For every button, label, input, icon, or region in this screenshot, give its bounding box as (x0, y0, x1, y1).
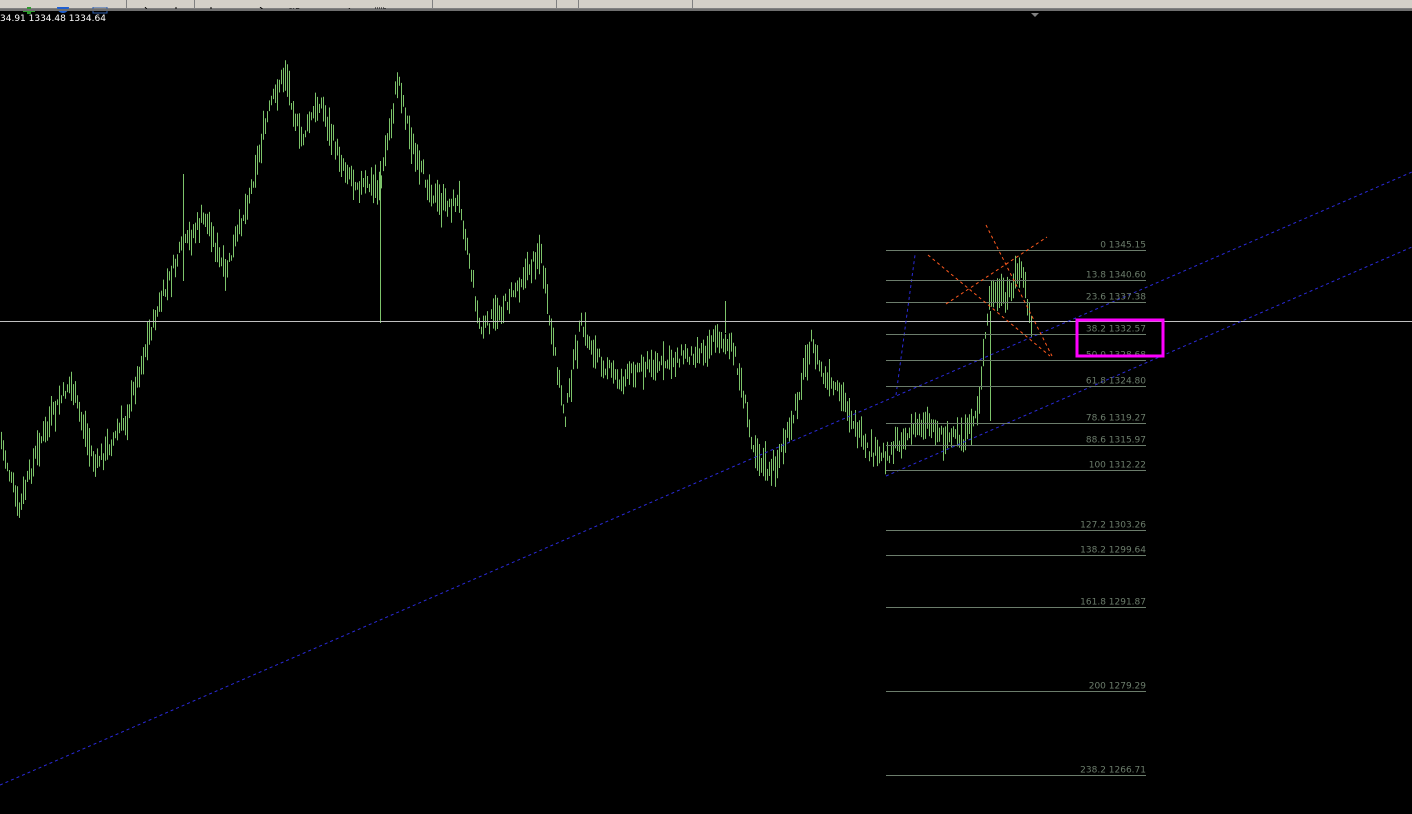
fibo-icon[interactable]: %F (288, 0, 302, 15)
cursor-icon[interactable] (142, 0, 152, 13)
fib-level-label: 61.8 1324.80 (1086, 377, 1146, 387)
ohlc-readout: 34.91 1334.48 1334.64 (0, 14, 106, 24)
candle-series (1, 60, 1032, 518)
fib-level-label: 88.6 1315.97 (1086, 436, 1146, 446)
trend-channel[interactable] (0, 171, 1412, 786)
fib-level-label: 100 1312.22 (1089, 461, 1146, 471)
x-line-2 (945, 236, 1048, 305)
fib-level-label: 200 1279.29 (1089, 682, 1147, 692)
fib-level-label: 13.8 1340.60 (1086, 271, 1146, 281)
text-icon[interactable]: mp (316, 0, 332, 15)
fib-trend-line (895, 254, 916, 396)
fib-level-label: 127.2 1303.26 (1080, 521, 1146, 531)
arrow-icon[interactable] (374, 0, 386, 14)
fib-level-label: 38.2 1332.57 (1086, 325, 1146, 335)
window-icon[interactable] (92, 0, 108, 14)
chart-shift-marker[interactable] (1031, 13, 1039, 17)
vline-icon[interactable] (208, 0, 214, 13)
trendline-icon[interactable] (258, 0, 270, 14)
channel-lower-line (0, 171, 1412, 786)
channel-upper-line (885, 246, 1412, 477)
plus-icon[interactable] (22, 0, 36, 14)
fib-level-label: 78.6 1319.27 (1086, 414, 1146, 424)
chevron-down-icon[interactable] (406, 0, 416, 13)
crosshair-icon[interactable] (172, 0, 180, 13)
globe-icon[interactable] (56, 0, 70, 13)
fib-level-label: 138.2 1299.64 (1080, 546, 1146, 556)
label-icon[interactable]: A (346, 0, 356, 15)
price-chart[interactable]: 0 1345.15 13.8 1340.60 23.6 1337.38 38.2 13… (0, 11, 1412, 814)
fib-level-label: 23.6 1337.38 (1086, 293, 1146, 303)
fib-level-label: 161.8 1291.87 (1080, 598, 1146, 608)
x-line-3 (927, 254, 1051, 357)
toolbar: %F mp A (0, 0, 1412, 15)
fib-level-label: 0 1345.15 (1100, 241, 1146, 251)
fib-level-label: 238.2 1266.71 (1080, 766, 1146, 776)
